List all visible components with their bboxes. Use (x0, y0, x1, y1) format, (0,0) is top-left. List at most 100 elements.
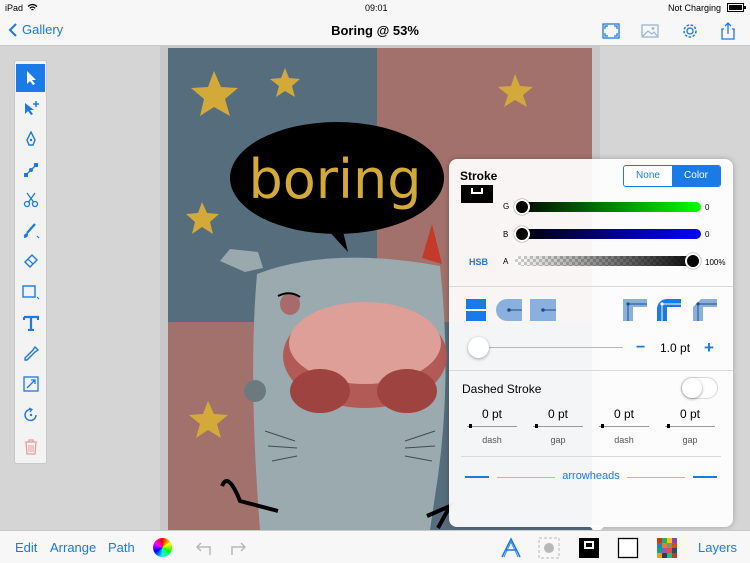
path-button[interactable]: Path (108, 540, 135, 555)
dash-1-value[interactable]: 0 pt (467, 407, 517, 421)
green-value: 0 (705, 203, 710, 212)
stroke-width-value: 1.0 pt (660, 341, 691, 355)
scissors-icon (23, 192, 38, 208)
layers-button[interactable]: Layers (698, 540, 737, 555)
round-cap-icon[interactable] (496, 299, 522, 321)
shadow-icon[interactable] (538, 537, 560, 559)
dash-2-value[interactable]: 0 pt (599, 407, 649, 421)
green-slider-track[interactable] (515, 202, 701, 212)
round-join-icon[interactable] (657, 299, 681, 321)
gap-2-label: gap (682, 435, 698, 445)
stroke-width-slider-track[interactable] (479, 347, 623, 348)
stroke-popover: Stroke None Color G 0 B 0 HSB A 100% − 1… (449, 159, 733, 527)
add-node-icon (23, 163, 38, 177)
rectangle-tool[interactable] (16, 278, 45, 306)
navigation-bar: Gallery Boring @ 53% (0, 16, 750, 46)
green-label: G (503, 202, 510, 211)
toolbox (14, 60, 47, 464)
dashed-stroke-toggle[interactable] (681, 377, 718, 399)
redo-icon[interactable] (228, 537, 250, 559)
miter-join-icon[interactable] (623, 299, 647, 321)
divider (449, 370, 733, 371)
trash-icon (24, 439, 37, 455)
gap-1-label: gap (550, 435, 566, 445)
divider (449, 286, 733, 287)
rotate-icon (23, 407, 37, 422)
arrowhead-start-button[interactable] (465, 476, 489, 478)
arrowhead-end-button[interactable] (693, 476, 717, 478)
dash-2-label: dash (614, 435, 634, 445)
blue-value: 0 (705, 230, 710, 239)
arrange-button[interactable]: Arrange (50, 540, 96, 555)
color-wheel-icon[interactable] (153, 538, 172, 557)
arrowheads-label: arrowheads (562, 470, 620, 482)
subselect-arrow-icon (24, 101, 39, 115)
stroke-width-slider-knob[interactable] (468, 337, 489, 358)
text-tool[interactable] (16, 309, 45, 337)
alpha-slider-knob[interactable] (685, 253, 701, 269)
brush-tool[interactable] (16, 217, 45, 245)
stroke-color-swatch[interactable] (461, 185, 493, 203)
speech-bubble-text: boring (248, 148, 421, 211)
wifi-icon (27, 3, 38, 11)
arrowhead-line-right (627, 477, 685, 478)
blue-slider-knob[interactable] (514, 226, 530, 242)
alpha-value: 100% (705, 258, 726, 267)
scale-tool[interactable] (16, 370, 45, 398)
clock: 09:01 (365, 3, 388, 13)
device-label: iPad (5, 3, 24, 13)
gap-2-value[interactable]: 0 pt (665, 407, 715, 421)
text-tool-icon (22, 315, 39, 331)
square-cap-icon[interactable] (530, 299, 556, 321)
eraser-tool[interactable] (16, 247, 45, 275)
decrease-width-button[interactable]: − (636, 339, 645, 357)
dash-1-tick (469, 424, 472, 428)
increase-width-button[interactable]: + (704, 338, 714, 358)
stroke-none-option[interactable]: None (624, 166, 672, 186)
alpha-label: A (503, 257, 509, 266)
undo-icon[interactable] (192, 537, 214, 559)
rotate-tool[interactable] (16, 401, 45, 429)
gap-1-value[interactable]: 0 pt (533, 407, 583, 421)
pen-icon (25, 131, 36, 146)
swatches-icon[interactable] (656, 537, 678, 559)
fullscreen-icon[interactable] (601, 22, 621, 40)
subselect-tool[interactable] (16, 94, 45, 122)
stroke-style-icon[interactable] (578, 537, 600, 559)
divider (461, 456, 721, 457)
select-tool[interactable] (16, 64, 45, 92)
blue-slider-track[interactable] (515, 229, 701, 239)
alpha-slider-track[interactable] (515, 256, 701, 266)
select-arrow-icon (26, 71, 36, 85)
dash-1-label: dash (482, 435, 502, 445)
dash-1-underline (467, 426, 517, 427)
stroke-color-option[interactable]: Color (672, 166, 720, 186)
eyedropper-icon (23, 346, 39, 361)
green-slider-knob[interactable] (514, 199, 530, 215)
scale-icon (22, 376, 39, 392)
share-icon[interactable] (718, 22, 738, 40)
gap-1-tick (535, 424, 538, 428)
butt-cap-icon[interactable] (466, 299, 486, 321)
battery-icon (727, 3, 746, 12)
hsb-mode-button[interactable]: HSB (469, 257, 488, 267)
image-icon[interactable] (640, 22, 660, 40)
bevel-join-icon[interactable] (693, 299, 717, 321)
dash-2-tick (601, 424, 604, 428)
bottom-toolbar: Edit Arrange Path Layers (0, 530, 750, 563)
text-style-icon[interactable] (500, 537, 522, 559)
pen-tool[interactable] (16, 125, 45, 153)
gap-1-underline (533, 426, 583, 427)
fill-style-icon[interactable] (617, 537, 639, 559)
edit-button[interactable]: Edit (15, 540, 37, 555)
delete-tool[interactable] (16, 433, 45, 461)
gear-icon[interactable] (680, 22, 700, 40)
add-node-tool[interactable] (16, 156, 45, 184)
popover-title: Stroke (460, 169, 498, 183)
eraser-icon (23, 254, 38, 268)
eyedropper-tool[interactable] (16, 340, 45, 368)
dashed-stroke-label: Dashed Stroke (462, 382, 542, 396)
gap-2-underline (665, 426, 715, 427)
scissors-tool[interactable] (16, 186, 45, 214)
stroke-mode-segment: None Color (623, 165, 721, 187)
